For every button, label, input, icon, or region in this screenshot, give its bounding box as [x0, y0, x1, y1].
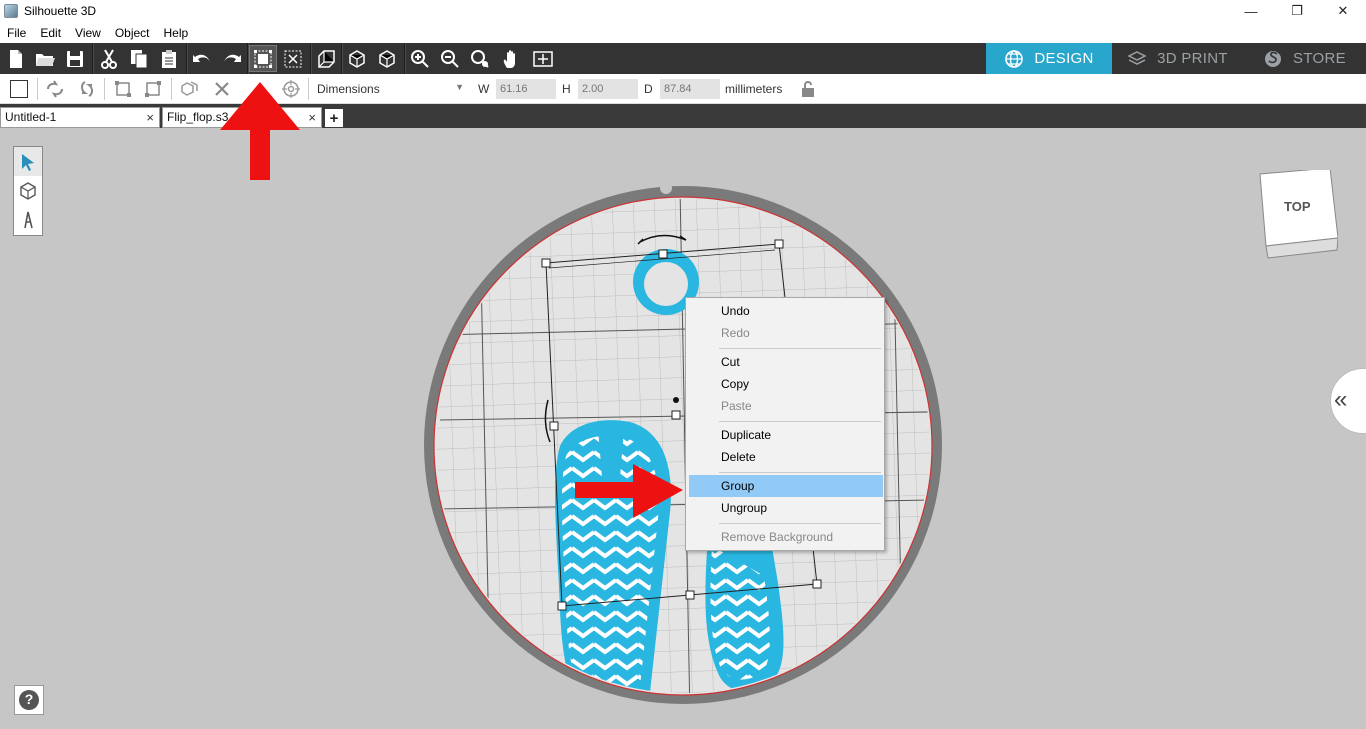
ctx-undo[interactable]: Undo: [689, 300, 883, 322]
main-toolbar: DESIGN 3D PRINT STORE: [0, 43, 1366, 74]
add-tab-button[interactable]: +: [325, 109, 343, 127]
menu-view[interactable]: View: [68, 26, 108, 40]
ctx-redo[interactable]: Redo: [689, 322, 883, 344]
delete-x-icon[interactable]: [209, 77, 235, 101]
ctx-separator: [719, 348, 881, 349]
app-icon: [4, 4, 18, 18]
height-label: H: [562, 82, 571, 96]
menu-help[interactable]: Help: [157, 26, 196, 40]
mode-tab-store[interactable]: STORE: [1243, 43, 1366, 74]
ctx-separator: [719, 523, 881, 524]
left-tool-palette: [13, 146, 43, 236]
group-icon[interactable]: [249, 45, 277, 72]
save-icon[interactable]: [62, 46, 88, 71]
depth-label: D: [644, 82, 653, 96]
undo-icon[interactable]: [189, 46, 215, 71]
window-title: Silhouette 3D: [24, 4, 97, 18]
double-chevron-left-icon[interactable]: «: [1334, 386, 1347, 414]
build-plate-view[interactable]: [0, 128, 1366, 729]
paste-icon[interactable]: [156, 46, 182, 71]
align-icon[interactable]: [110, 77, 136, 101]
fit-page-icon[interactable]: [530, 46, 556, 71]
fill-color-swatch[interactable]: [6, 77, 32, 101]
menu-edit[interactable]: Edit: [33, 26, 68, 40]
3d-object-icon[interactable]: [14, 176, 42, 205]
help-button[interactable]: ?: [14, 685, 44, 715]
mode-tab-3d-print[interactable]: 3D PRINT: [1112, 43, 1243, 74]
ctx-copy[interactable]: Copy: [689, 373, 883, 395]
box-view-icon[interactable]: [374, 46, 400, 71]
mode-tab-design[interactable]: DESIGN: [986, 43, 1112, 74]
target-icon[interactable]: [278, 77, 304, 101]
menu-file[interactable]: File: [0, 26, 33, 40]
width-label: W: [478, 82, 490, 96]
flip-icon[interactable]: [74, 77, 100, 101]
ctx-delete[interactable]: Delete: [689, 446, 883, 468]
redo-icon[interactable]: [219, 46, 245, 71]
dimensions-select-value: Dimensions: [317, 82, 380, 96]
zoom-in-icon[interactable]: [407, 46, 433, 71]
lock-icon[interactable]: [795, 77, 821, 101]
mode-design-label: DESIGN: [1034, 50, 1094, 67]
title-bar: Silhouette 3D — ❐ ✕: [0, 0, 1366, 22]
ctx-separator: [719, 421, 881, 422]
cut-icon[interactable]: [96, 46, 122, 71]
ctx-remove-background[interactable]: Remove Background: [689, 526, 883, 548]
depth-input[interactable]: 87.84: [660, 79, 720, 99]
minimize-button[interactable]: —: [1228, 0, 1274, 22]
chevron-down-icon: ▼: [455, 82, 464, 92]
globe-icon: [1005, 49, 1024, 68]
context-menu: Undo Redo Cut Copy Paste Duplicate Delet…: [685, 297, 885, 551]
zoom-out-icon[interactable]: [437, 46, 463, 71]
menu-bar: File Edit View Object Help: [0, 22, 1366, 43]
copy-icon[interactable]: [126, 46, 152, 71]
width-input[interactable]: 61.16: [496, 79, 556, 99]
doc-tab-label: Untitled-1: [5, 110, 57, 124]
mode-print-label: 3D PRINT: [1157, 50, 1228, 67]
transform-icon[interactable]: [140, 77, 166, 101]
text-tool-icon[interactable]: [14, 205, 42, 234]
ctx-paste[interactable]: Paste: [689, 395, 883, 417]
ctx-separator: [719, 472, 881, 473]
silhouette-logo-icon: [1265, 50, 1282, 67]
flatten-icon[interactable]: [313, 46, 339, 71]
open-folder-icon[interactable]: [32, 46, 58, 71]
dimensions-select[interactable]: Dimensions ▼: [312, 79, 470, 99]
restore-button[interactable]: ❐: [1274, 0, 1320, 22]
select-arrow-icon[interactable]: [14, 147, 42, 176]
view-cube-label: TOP: [1284, 199, 1311, 214]
close-tab-icon[interactable]: ×: [308, 108, 316, 127]
unit-label: millimeters: [725, 82, 783, 96]
doc-tab-flip-flop[interactable]: Flip_flop.s3 ×: [162, 107, 322, 128]
rotate-icon[interactable]: [42, 77, 68, 101]
ctx-cut[interactable]: Cut: [689, 351, 883, 373]
ctx-duplicate[interactable]: Duplicate: [689, 424, 883, 446]
duplicate-object-icon[interactable]: [177, 77, 203, 101]
print-bed-icon: [1127, 50, 1147, 65]
properties-bar: Dimensions ▼ W 61.16 H 2.00 D 87.84 mill…: [0, 74, 1366, 104]
ctx-ungroup[interactable]: Ungroup: [689, 497, 883, 519]
doc-tab-untitled[interactable]: Untitled-1 ×: [0, 107, 160, 128]
document-tab-strip: Untitled-1 × Flip_flop.s3 × +: [0, 104, 1366, 128]
close-tab-icon[interactable]: ×: [146, 108, 154, 127]
pan-hand-icon[interactable]: [499, 46, 525, 71]
close-button[interactable]: ✕: [1320, 0, 1366, 22]
ctx-group[interactable]: Group: [689, 475, 883, 497]
view-cube[interactable]: [1258, 170, 1338, 260]
mode-store-label: STORE: [1293, 50, 1346, 67]
new-file-icon[interactable]: [3, 46, 29, 71]
window-controls: — ❐ ✕: [1228, 0, 1366, 22]
menu-object[interactable]: Object: [108, 26, 157, 40]
zoom-fit-icon[interactable]: [467, 46, 493, 71]
help-glyph: ?: [24, 691, 34, 707]
height-input[interactable]: 2.00: [578, 79, 638, 99]
cube-icon[interactable]: [344, 46, 370, 71]
ungroup-icon[interactable]: [280, 46, 306, 71]
doc-tab-label: Flip_flop.s3: [167, 110, 229, 124]
